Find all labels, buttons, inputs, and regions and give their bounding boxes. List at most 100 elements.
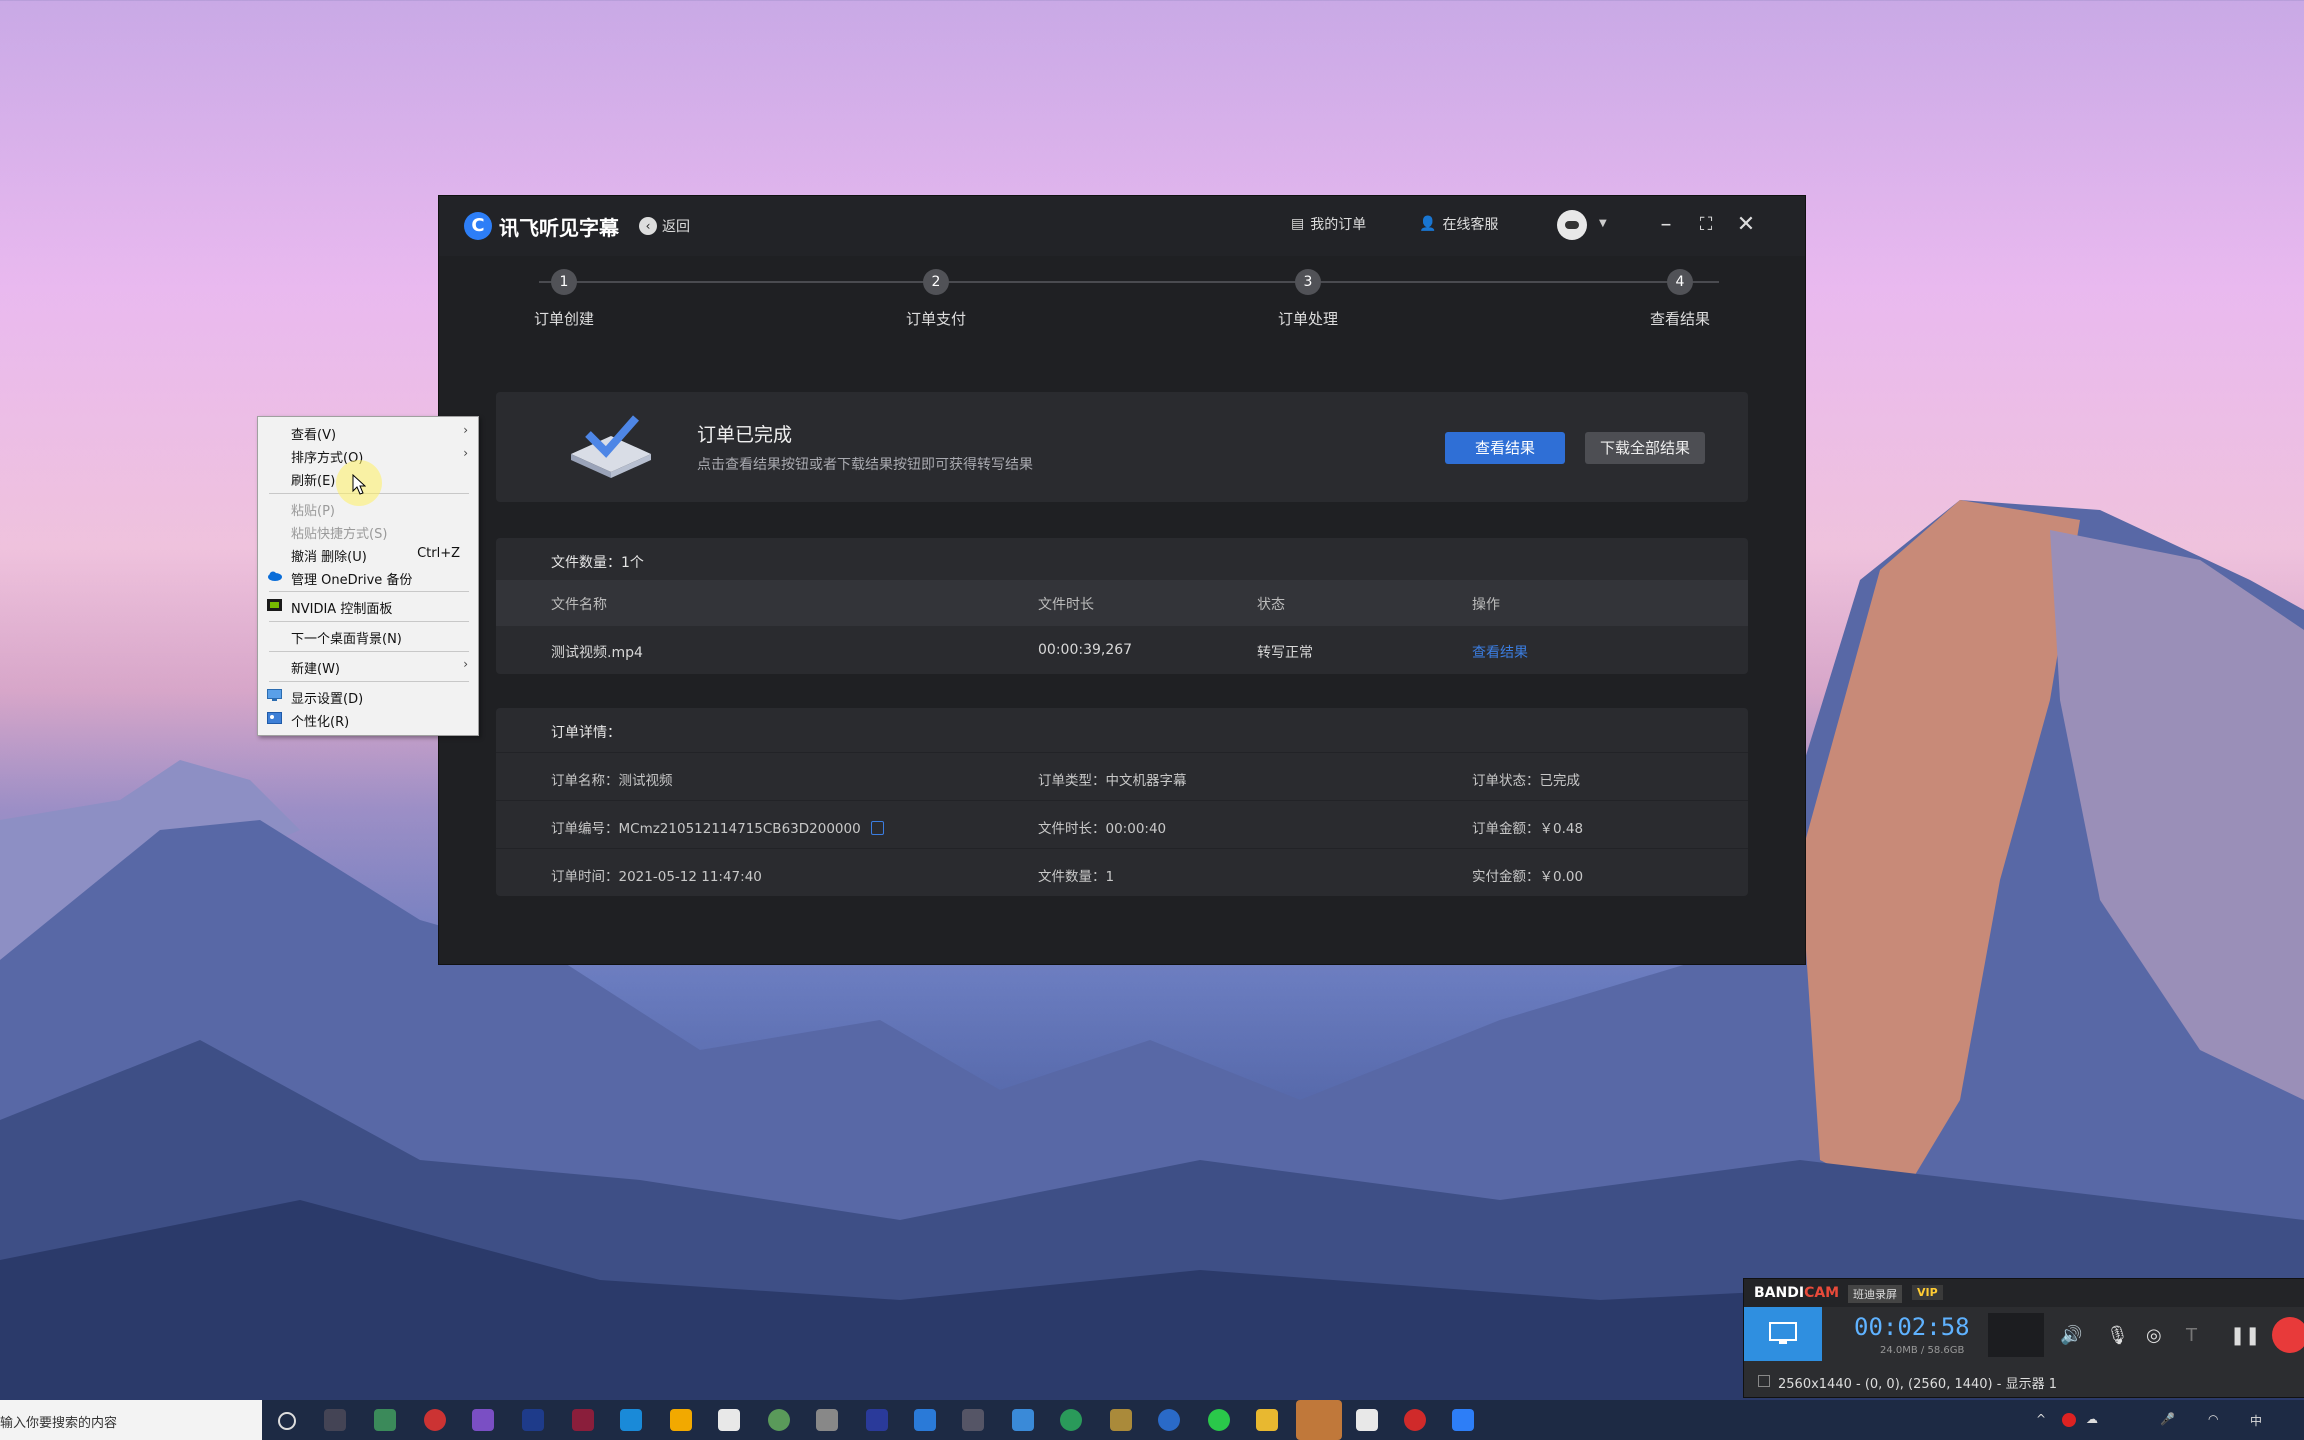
file-name: 测试视频.mp4 bbox=[551, 645, 643, 661]
tray-mic-icon[interactable]: 🎤 bbox=[2160, 1412, 2175, 1426]
task-view-icon[interactable] bbox=[324, 1409, 346, 1431]
app-icon[interactable] bbox=[962, 1409, 984, 1431]
taskbar-search[interactable]: 输入你要搜索的内容 bbox=[0, 1400, 262, 1440]
wechat-icon[interactable] bbox=[1208, 1409, 1230, 1431]
recording-size: 24.0MB / 58.6GB bbox=[1880, 1345, 1965, 1356]
app-icon[interactable] bbox=[1060, 1409, 1082, 1431]
order-type: 订单类型：中文机器字幕 bbox=[1038, 773, 1187, 789]
pause-icon[interactable]: ❚❚ bbox=[2230, 1325, 2260, 1346]
file-explorer-icon[interactable] bbox=[1256, 1409, 1278, 1431]
menu-item-display-settings[interactable]: 显示设置(D) bbox=[258, 685, 478, 707]
order-number-cell: 订单编号：MCmz210512114715CB63D200000 bbox=[551, 817, 884, 837]
text-overlay-icon[interactable]: T bbox=[2186, 1325, 2197, 1346]
step-3-label: 订单处理 bbox=[1277, 310, 1338, 328]
app-icon[interactable] bbox=[620, 1409, 642, 1431]
app-icon[interactable] bbox=[472, 1409, 494, 1431]
personalize-icon bbox=[267, 712, 282, 724]
view-result-link[interactable]: 查看结果 bbox=[1472, 642, 1528, 662]
cortana-icon[interactable] bbox=[278, 1412, 296, 1430]
menu-item-label: 撤消 删除(U) bbox=[291, 550, 367, 565]
app-icon[interactable] bbox=[670, 1409, 692, 1431]
app-window: C 讯飞听见字幕 ‹ 返回 ▤ 我的订单 👤 在线客服 ▼ – ⛶ ✕ 1 订单… bbox=[439, 196, 1805, 964]
tray-expand-icon[interactable]: ^ bbox=[2036, 1412, 2046, 1426]
close-icon[interactable]: ✕ bbox=[1731, 210, 1761, 240]
order-list-icon: ▤ bbox=[1291, 216, 1305, 232]
maximize-icon[interactable]: ⛶ bbox=[1691, 210, 1721, 240]
menu-item-paste-shortcut[interactable]: 粘贴快捷方式(S) bbox=[258, 520, 478, 542]
taskbar: 输入你要搜索的内容 ^ ☁ 🎤 ◠ 中 bbox=[0, 1400, 2304, 1440]
menu-item-label: 粘贴(P) bbox=[291, 504, 335, 519]
cursor-effect-icon[interactable]: ◎ bbox=[2146, 1325, 2162, 1346]
file-table-header: 文件名称 文件时长 状态 操作 bbox=[496, 580, 1748, 626]
detail-row: 订单名称：测试视频 订单类型：中文机器字幕 订单状态：已完成 bbox=[496, 752, 1748, 801]
detail-row: 订单编号：MCmz210512114715CB63D200000 文件时长：00… bbox=[496, 800, 1748, 849]
stop-record-button[interactable] bbox=[2272, 1317, 2304, 1353]
microphone-icon[interactable]: 🎙 bbox=[2106, 1325, 2129, 1346]
app-icon[interactable] bbox=[1356, 1409, 1378, 1431]
menu-item-label: 个性化(R) bbox=[291, 715, 350, 730]
menu-item-nvidia[interactable]: NVIDIA 控制面板 bbox=[258, 595, 478, 617]
menu-item-personalize[interactable]: 个性化(R) bbox=[258, 708, 478, 730]
display-icon bbox=[267, 689, 282, 701]
step-3-dot: 3 bbox=[1295, 269, 1321, 295]
recording-region-status: 2560x1440 - (0, 0), (2560, 1440) - 显示器 1 bbox=[1778, 1377, 2057, 1392]
record-app-icon[interactable] bbox=[424, 1409, 446, 1431]
bandicam-taskbar-icon[interactable] bbox=[1404, 1409, 1426, 1431]
download-all-button[interactable]: 下载全部结果 bbox=[1585, 432, 1705, 464]
screen-mode-button[interactable] bbox=[1744, 1307, 1822, 1361]
my-orders-label: 我的订单 bbox=[1310, 217, 1367, 233]
app-icon[interactable] bbox=[768, 1409, 790, 1431]
tray-cloud-icon[interactable]: ☁ bbox=[2086, 1412, 2098, 1426]
detail-row: 订单时间：2021-05-12 11:47:40 文件数量：1 实付金额：￥0.… bbox=[496, 848, 1748, 897]
step-line bbox=[539, 281, 1719, 283]
avatar[interactable] bbox=[1557, 210, 1587, 240]
tray-record-icon[interactable] bbox=[2062, 1413, 2076, 1427]
view-results-button[interactable]: 查看结果 bbox=[1445, 432, 1565, 464]
chevron-down-icon[interactable]: ▼ bbox=[1599, 218, 1607, 229]
copy-icon[interactable] bbox=[870, 821, 884, 835]
chevron-right-icon: › bbox=[463, 657, 468, 671]
menu-item-label: NVIDIA 控制面板 bbox=[291, 602, 393, 617]
bandicam-logo: BANDICAM bbox=[1754, 1285, 1839, 1301]
order-details-title: 订单详情： bbox=[551, 725, 621, 741]
app-icon[interactable] bbox=[1158, 1409, 1180, 1431]
file-length: 文件时长：00:00:40 bbox=[1038, 821, 1167, 837]
menu-item-label: 刷新(E) bbox=[291, 474, 336, 489]
ime-indicator[interactable]: 中 bbox=[2250, 1412, 2262, 1429]
app-icon[interactable] bbox=[816, 1409, 838, 1431]
app-icon[interactable] bbox=[866, 1409, 888, 1431]
app-icon[interactable] bbox=[572, 1409, 594, 1431]
speaker-icon[interactable]: 🔊 bbox=[2060, 1325, 2082, 1346]
menu-item-view[interactable]: 查看(V) › bbox=[258, 421, 478, 443]
menu-item-new[interactable]: 新建(W) › bbox=[258, 655, 478, 677]
file-table: 文件数量：1个 文件名称 文件时长 状态 操作 测试视频.mp4 00:00:3… bbox=[496, 538, 1748, 674]
app-icon[interactable] bbox=[1110, 1409, 1132, 1431]
back-button[interactable]: ‹ 返回 bbox=[639, 212, 690, 240]
vip-badge: VIP bbox=[1912, 1285, 1943, 1300]
order-time: 订单时间：2021-05-12 11:47:40 bbox=[551, 869, 762, 885]
order-details: 订单详情： 订单名称：测试视频 订单类型：中文机器字幕 订单状态：已完成 订单编… bbox=[496, 708, 1748, 896]
bandicam-brand-b: CAM bbox=[1804, 1285, 1840, 1301]
app-icon[interactable] bbox=[718, 1409, 740, 1431]
active-app-icon[interactable] bbox=[1296, 1400, 1342, 1440]
order-name: 订单名称：测试视频 bbox=[551, 773, 673, 789]
file-status: 转写正常 bbox=[1257, 645, 1313, 661]
menu-item-label: 显示设置(D) bbox=[291, 692, 364, 707]
app-icon[interactable] bbox=[914, 1409, 936, 1431]
photoshop-icon[interactable] bbox=[522, 1409, 544, 1431]
online-support-button[interactable]: 👤 在线客服 bbox=[1419, 214, 1498, 234]
app-icon[interactable] bbox=[1012, 1409, 1034, 1431]
column-header: 文件时长 bbox=[1038, 597, 1094, 613]
menu-item-undo-delete[interactable]: 撤消 删除(U) Ctrl+Z bbox=[258, 543, 478, 565]
region-checkbox[interactable] bbox=[1758, 1375, 1770, 1387]
xunfei-taskbar-icon[interactable] bbox=[1452, 1409, 1474, 1431]
my-orders-button[interactable]: ▤ 我的订单 bbox=[1291, 214, 1366, 234]
menu-item-onedrive[interactable]: 管理 OneDrive 备份 bbox=[258, 566, 478, 588]
webcam-icon[interactable] bbox=[1988, 1313, 2044, 1357]
menu-separator bbox=[269, 591, 469, 592]
app-title: 讯飞听见字幕 bbox=[499, 216, 619, 240]
minimize-icon[interactable]: – bbox=[1651, 210, 1681, 240]
menu-item-next-wallpaper[interactable]: 下一个桌面背景(N) bbox=[258, 625, 478, 647]
app-icon[interactable] bbox=[374, 1409, 396, 1431]
wifi-icon[interactable]: ◠ bbox=[2208, 1412, 2218, 1426]
